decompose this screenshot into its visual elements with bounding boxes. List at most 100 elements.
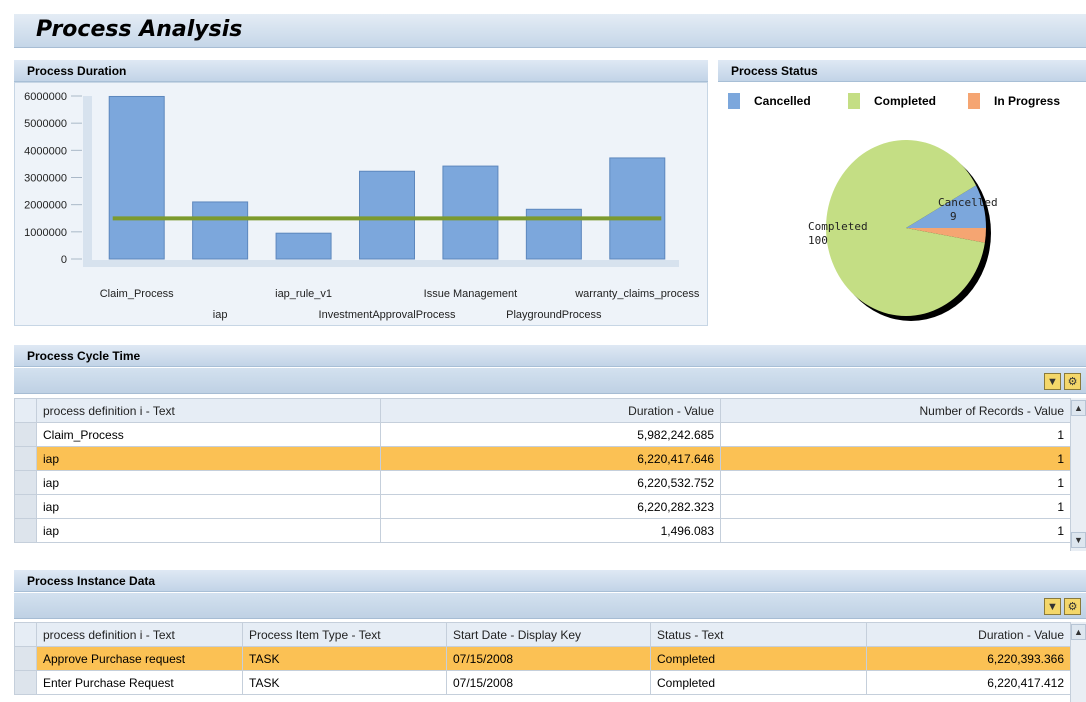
column-header-start-date[interactable]: Start Date - Display Key bbox=[446, 622, 651, 647]
column-header-duration[interactable]: Duration - Value bbox=[866, 622, 1071, 647]
row-selector[interactable] bbox=[14, 494, 37, 519]
table-cell: 6,220,282.323 bbox=[380, 494, 721, 519]
table-cell: 1,496.083 bbox=[380, 518, 721, 543]
instance-toolbar: ▼ ⚙ bbox=[14, 593, 1086, 619]
table-cell: TASK bbox=[242, 670, 447, 695]
cycle-toolbar: ▼ ⚙ bbox=[14, 368, 1086, 394]
scroll-up-icon[interactable]: ▲ bbox=[1071, 400, 1086, 416]
table-cell: Approve Purchase request bbox=[36, 646, 243, 671]
status-panel-header: Process Status bbox=[718, 60, 1086, 82]
settings-wrench-icon[interactable]: ⚙ bbox=[1064, 598, 1081, 615]
instance-table-scrollbar[interactable]: ▲ bbox=[1070, 622, 1086, 702]
table-cell: 07/15/2008 bbox=[446, 646, 651, 671]
table-row[interactable]: iap 1,496.083 1 bbox=[14, 518, 1071, 543]
instance-data-table: process definition i - Text Process Item… bbox=[14, 622, 1071, 695]
bar[interactable] bbox=[275, 232, 332, 260]
status-pie-chart: Cancelled9 Completed100 bbox=[808, 140, 998, 321]
table-row[interactable]: Claim_Process 5,982,242.685 1 bbox=[14, 422, 1071, 447]
table-row[interactable]: Approve Purchase request TASK 07/15/2008 Co… bbox=[14, 646, 1071, 671]
table-cell: iap bbox=[36, 494, 381, 519]
row-selector[interactable] bbox=[14, 446, 37, 471]
table-cell: 07/15/2008 bbox=[446, 670, 651, 695]
cycle-panel-header: Process Cycle Time bbox=[14, 345, 1086, 367]
table-cell: 6,220,393.366 bbox=[866, 646, 1071, 671]
duration-panel-title: Process Duration bbox=[27, 64, 127, 78]
table-cell: 6,220,417.412 bbox=[866, 670, 1071, 695]
table-cell: TASK bbox=[242, 646, 447, 671]
pie-label: Completed bbox=[808, 220, 868, 233]
legend-label: Cancelled bbox=[754, 94, 811, 108]
cycle-panel-title: Process Cycle Time bbox=[27, 349, 141, 363]
page-title: Process Analysis bbox=[36, 17, 243, 42]
cycle-time-table: process definition i - Text Duration - V… bbox=[14, 398, 1071, 543]
bar[interactable] bbox=[192, 201, 249, 260]
pie-label: 100 bbox=[808, 234, 828, 247]
status-panel-title: Process Status bbox=[731, 64, 818, 78]
bar[interactable] bbox=[108, 95, 165, 260]
table-cell: 1 bbox=[720, 446, 1071, 471]
x-tick-label: warranty_claims_process bbox=[574, 288, 700, 300]
instance-panel-header: Process Instance Data bbox=[14, 570, 1086, 592]
table-cell: 1 bbox=[720, 518, 1071, 543]
column-header-item-type[interactable]: Process Item Type - Text bbox=[242, 622, 447, 647]
column-header-status[interactable]: Status - Text bbox=[650, 622, 867, 647]
bar[interactable] bbox=[359, 170, 415, 260]
x-tick-label: iap_rule_v1 bbox=[275, 288, 332, 300]
y-axis-bar bbox=[83, 96, 92, 267]
table-cell: Claim_Process bbox=[36, 422, 381, 447]
table-cell: iap bbox=[36, 518, 381, 543]
row-selector[interactable] bbox=[14, 646, 37, 671]
filter-icon[interactable]: ▼ bbox=[1044, 598, 1061, 615]
y-tick-label: 3000000 bbox=[24, 173, 67, 185]
table-cell: 1 bbox=[720, 494, 1071, 519]
row-selector[interactable] bbox=[14, 470, 37, 495]
x-tick-label: Issue Management bbox=[424, 288, 518, 300]
row-selector[interactable] bbox=[14, 518, 37, 543]
duration-panel-header: Process Duration bbox=[14, 60, 708, 82]
column-header-duration[interactable]: Duration - Value bbox=[380, 398, 721, 423]
table-row[interactable]: iap 6,220,532.752 1 bbox=[14, 470, 1071, 495]
status-legend: Cancelled Completed In Progress bbox=[728, 93, 1084, 111]
filter-icon[interactable]: ▼ bbox=[1044, 373, 1061, 390]
legend-label: Completed bbox=[874, 94, 937, 108]
pie-label: 9 bbox=[950, 210, 957, 223]
legend-swatch bbox=[848, 93, 860, 109]
table-cell: 1 bbox=[720, 470, 1071, 495]
y-tick-label: 5000000 bbox=[24, 118, 67, 130]
legend-swatch bbox=[728, 93, 740, 109]
select-all-cell[interactable] bbox=[14, 622, 37, 647]
row-selector[interactable] bbox=[14, 670, 37, 695]
status-chart-panel: Cancelled Completed In Progress Cancelled 9… bbox=[718, 82, 1086, 326]
legend-swatch bbox=[968, 93, 980, 109]
x-tick-label: iap bbox=[213, 309, 228, 321]
settings-wrench-icon[interactable]: ⚙ bbox=[1064, 373, 1081, 390]
table-row[interactable]: Enter Purchase Request TASK 07/15/2008 Comp… bbox=[14, 670, 1071, 695]
x-axis-floor bbox=[83, 260, 679, 267]
legend-label: In Progress bbox=[994, 94, 1061, 108]
table-cell: Completed bbox=[650, 670, 867, 695]
row-selector[interactable] bbox=[14, 422, 37, 447]
x-tick-label: PlaygroundProcess bbox=[506, 309, 602, 321]
instance-panel-title: Process Instance Data bbox=[27, 574, 156, 588]
table-cell: Enter Purchase Request bbox=[36, 670, 243, 695]
bar[interactable] bbox=[442, 165, 499, 260]
table-cell: iap bbox=[36, 446, 381, 471]
bar[interactable] bbox=[609, 157, 666, 260]
select-all-cell[interactable] bbox=[14, 398, 37, 423]
scroll-up-icon[interactable]: ▲ bbox=[1071, 624, 1086, 640]
y-tick-label: 4000000 bbox=[24, 145, 67, 157]
cycle-table-scrollbar[interactable]: ▲ ▼ bbox=[1070, 398, 1086, 551]
table-cell: 6,220,417.646 bbox=[380, 446, 721, 471]
y-tick-label: 1000000 bbox=[24, 227, 67, 239]
column-header-definition[interactable]: process definition i - Text bbox=[36, 622, 243, 647]
duration-bar-chart: 6000000 5000000 4000000 3000000 2000000 10000… bbox=[24, 91, 700, 321]
y-tick-label: 2000000 bbox=[24, 200, 67, 212]
table-header-row: process definition i - Text Process Item… bbox=[14, 622, 1071, 647]
column-header-definition[interactable]: process definition i - Text bbox=[36, 398, 381, 423]
scroll-down-icon[interactable]: ▼ bbox=[1071, 532, 1086, 548]
x-tick-label: Claim_Process bbox=[100, 288, 174, 300]
column-header-records[interactable]: Number of Records - Value bbox=[720, 398, 1071, 423]
table-row[interactable]: iap 6,220,417.646 1 bbox=[14, 446, 1071, 471]
table-row[interactable]: iap 6,220,282.323 1 bbox=[14, 494, 1071, 519]
table-cell: Completed bbox=[650, 646, 867, 671]
